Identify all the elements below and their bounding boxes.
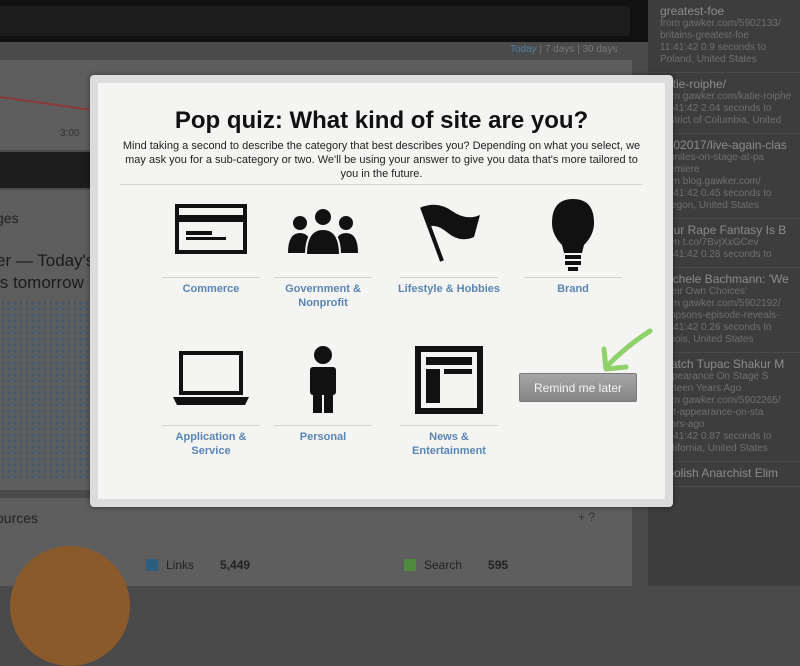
- sources-title: ources: [0, 510, 39, 526]
- flag-icon: [420, 204, 480, 262]
- top-bar: [0, 0, 648, 42]
- feed-item-detail: District of Columbia, United: [660, 115, 782, 126]
- feed-item-detail: simpsons-episode-reveals-: [660, 310, 780, 321]
- option-lifestyle-hobbies[interactable]: Lifestyle & Hobbies: [394, 201, 504, 296]
- divider: [120, 184, 643, 185]
- feed-item-title: greatest-foe: [660, 4, 725, 18]
- legend-swatch: [404, 559, 416, 571]
- chart-tick-label: 3:00: [60, 128, 80, 139]
- feed-item-detail: from gawker.com/5902192/: [660, 298, 781, 309]
- option-application-service[interactable]: Application & Service: [156, 349, 266, 458]
- visitor-dots: [0, 300, 94, 480]
- range-30-days[interactable]: 30 days: [582, 44, 617, 55]
- panel-controls[interactable]: + ?: [578, 510, 595, 524]
- laptop-icon: [173, 351, 249, 405]
- newspaper-icon: [415, 346, 483, 414]
- legend-links: Links 5,449: [146, 558, 250, 572]
- person-icon: [310, 346, 336, 413]
- feed-item-title: katie-roiphe/: [660, 77, 727, 91]
- feed-item-title: Watch Tupac Shakur M: [660, 357, 785, 371]
- feed-item-detail: 11:41:42 0.9 seconds to: [660, 42, 767, 53]
- option-commerce[interactable]: Commerce: [156, 201, 266, 296]
- option-label: News & Entertainment: [412, 431, 486, 457]
- range-today[interactable]: Today: [510, 44, 537, 55]
- feed-item-detail: Their Own Choices': [660, 286, 747, 297]
- people-group-icon: [288, 207, 358, 256]
- feed-item-detail: from gawker.com/5902133/: [660, 18, 781, 29]
- top-story-text[interactable]: er — Today's is tomorrow: [0, 250, 94, 294]
- feed-item-detail: Appearance On Stage S: [660, 371, 769, 382]
- remind-me-later-button[interactable]: Remind me later: [519, 373, 637, 402]
- feed-item-detail: years-ago: [660, 419, 705, 430]
- option-government-nonprofit[interactable]: Government & Nonprofit: [268, 201, 378, 310]
- option-label: Lifestyle & Hobbies: [397, 283, 501, 295]
- search-bar[interactable]: [0, 6, 630, 36]
- feed-item-detail: 11:41:42 0.28 seconds to: [660, 249, 772, 260]
- feed-item-detail: premiere: [660, 164, 700, 175]
- feed-item-title: Your Rape Fantasy Is B: [660, 223, 787, 237]
- option-label: Personal: [299, 431, 347, 443]
- feed-item-detail: britains-greatest-foe: [660, 30, 749, 41]
- feed-item-detail: from blog.gawker.com/: [660, 176, 761, 187]
- option-brand[interactable]: Brand: [518, 197, 628, 296]
- legend-search: Search 595: [404, 558, 508, 572]
- light-bulb-icon: [552, 199, 594, 271]
- category-quiz-modal: Pop quiz: What kind of site are you? Min…: [90, 75, 673, 507]
- feed-item-detail: 11:41:42 2.04 seconds to: [660, 103, 772, 114]
- option-label: Commerce: [182, 283, 240, 295]
- feed-item-detail: reunites-on-stage-at-pa: [660, 152, 764, 163]
- feed-item-detail: Sixteen Years Ago: [660, 383, 742, 394]
- modal-description: Mind taking a second to describe the cat…: [122, 140, 641, 180]
- feed-item-detail: California, United States: [660, 443, 768, 454]
- feed-item-detail: Oregon, United States: [660, 200, 759, 211]
- referrers-panel: ources + ? Links 5,449 Search 595: [0, 498, 632, 666]
- feed-item-detail: 11:41:42 0.26 seconds to: [660, 322, 772, 333]
- feed-item-title: 5902017/live-again-clas: [660, 138, 787, 152]
- credit-card-icon: [175, 204, 247, 254]
- feed-item-detail: first-appearance-on-sta: [660, 407, 764, 418]
- date-range-selector: Today | 7 days | 30 days: [510, 44, 618, 55]
- legend-swatch: [146, 559, 158, 571]
- panel-title: ges: [0, 210, 19, 226]
- feed-item[interactable]: greatest-foe from gawker.com/5902133/brit…: [648, 0, 800, 73]
- feed-item-detail: Illinois, United States: [660, 334, 754, 345]
- option-personal[interactable]: Personal: [268, 345, 378, 444]
- feed-item-title: Michele Bachmann: 'We: [660, 272, 789, 286]
- option-label: Application & Service: [175, 431, 247, 457]
- feed-item-detail: from gawker.com/5902265/: [660, 395, 781, 406]
- modal-title: Pop quiz: What kind of site are you?: [174, 107, 589, 134]
- feed-item-detail: 11:41:42 0.87 seconds to: [660, 431, 772, 442]
- feed-item-detail: from t.co/7BvjXxGCev: [660, 237, 759, 248]
- feed-item-detail: from gawker.com/katie-roiphe: [660, 91, 792, 102]
- feed-item-title: Foolish Anarchist Elim: [660, 466, 779, 480]
- modal-card: Pop quiz: What kind of site are you? Min…: [98, 83, 665, 499]
- option-label: Government & Nonprofit: [285, 283, 361, 309]
- chart-line: [0, 96, 90, 111]
- option-label: Brand: [557, 283, 589, 295]
- option-news-entertainment[interactable]: News & Entertainment: [394, 345, 504, 458]
- range-7-days[interactable]: 7 days: [545, 44, 574, 55]
- sources-pie-chart: [10, 546, 130, 666]
- feed-item-detail: 11:41:42 0.45 seconds to: [660, 188, 772, 199]
- feed-item-detail: Poland, United States: [660, 54, 757, 65]
- green-arrow-icon: [601, 328, 653, 372]
